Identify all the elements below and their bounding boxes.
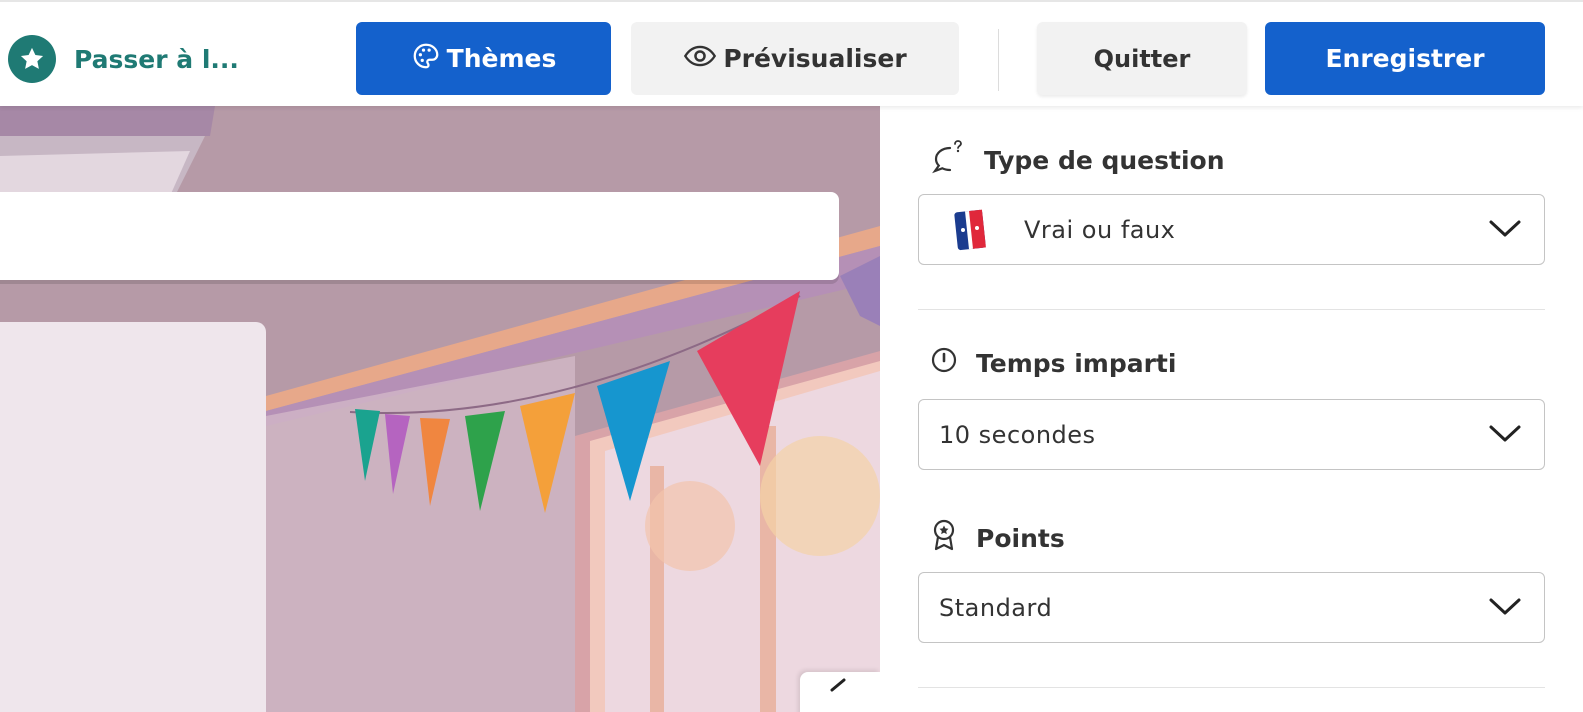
upgrade-link[interactable]: Passer à l... <box>8 35 239 83</box>
question-type-value: Vrai ou faux <box>1024 215 1176 244</box>
award-ribbon-icon <box>928 518 960 558</box>
chevron-right-icon <box>820 672 860 696</box>
points-title: Points <box>976 523 1065 553</box>
themes-label: Thèmes <box>446 44 557 73</box>
time-limit-select[interactable]: 10 secondes <box>918 399 1545 470</box>
time-limit-value: 10 secondes <box>939 420 1096 449</box>
media-upload-area[interactable] <box>0 322 266 712</box>
question-input[interactable] <box>0 192 839 280</box>
true-false-icon <box>953 208 987 256</box>
eye-icon <box>683 44 717 74</box>
time-limit-heading: Temps imparti <box>928 344 1176 382</box>
top-bar: Passer à l... Thèmes Prévisualiser Quitt… <box>0 0 1583 106</box>
upgrade-label: Passer à l... <box>74 44 239 74</box>
question-type-title: Type de question <box>984 145 1225 175</box>
points-select[interactable]: Standard <box>918 572 1545 643</box>
toolbar-divider <box>998 29 999 91</box>
themes-button[interactable]: Thèmes <box>356 22 611 95</box>
preview-label: Prévisualiser <box>723 44 907 73</box>
section-divider <box>918 309 1545 310</box>
chevron-down-icon <box>1488 217 1522 245</box>
points-value: Standard <box>939 593 1053 622</box>
chevron-down-icon <box>1488 595 1522 623</box>
palette-icon <box>411 41 441 77</box>
panel-toggle-tab[interactable] <box>800 672 880 712</box>
save-label: Enregistrer <box>1325 44 1485 73</box>
preview-button[interactable]: Prévisualiser <box>631 22 959 95</box>
question-bubble-icon <box>928 140 968 180</box>
question-type-select[interactable]: Vrai ou faux <box>918 194 1545 265</box>
timer-icon <box>928 344 960 382</box>
quit-button[interactable]: Quitter <box>1037 22 1247 95</box>
save-button[interactable]: Enregistrer <box>1265 22 1545 95</box>
time-limit-title: Temps imparti <box>976 348 1177 378</box>
question-type-heading: Type de question <box>928 140 1225 180</box>
star-icon <box>8 35 56 83</box>
chevron-down-icon <box>1488 422 1522 450</box>
quit-label: Quitter <box>1093 44 1191 73</box>
question-settings-panel: Type de question Vrai ou faux Temps impa… <box>880 106 1583 712</box>
section-divider <box>918 687 1545 688</box>
theme-background <box>0 106 880 712</box>
points-heading: Points <box>928 518 1065 558</box>
